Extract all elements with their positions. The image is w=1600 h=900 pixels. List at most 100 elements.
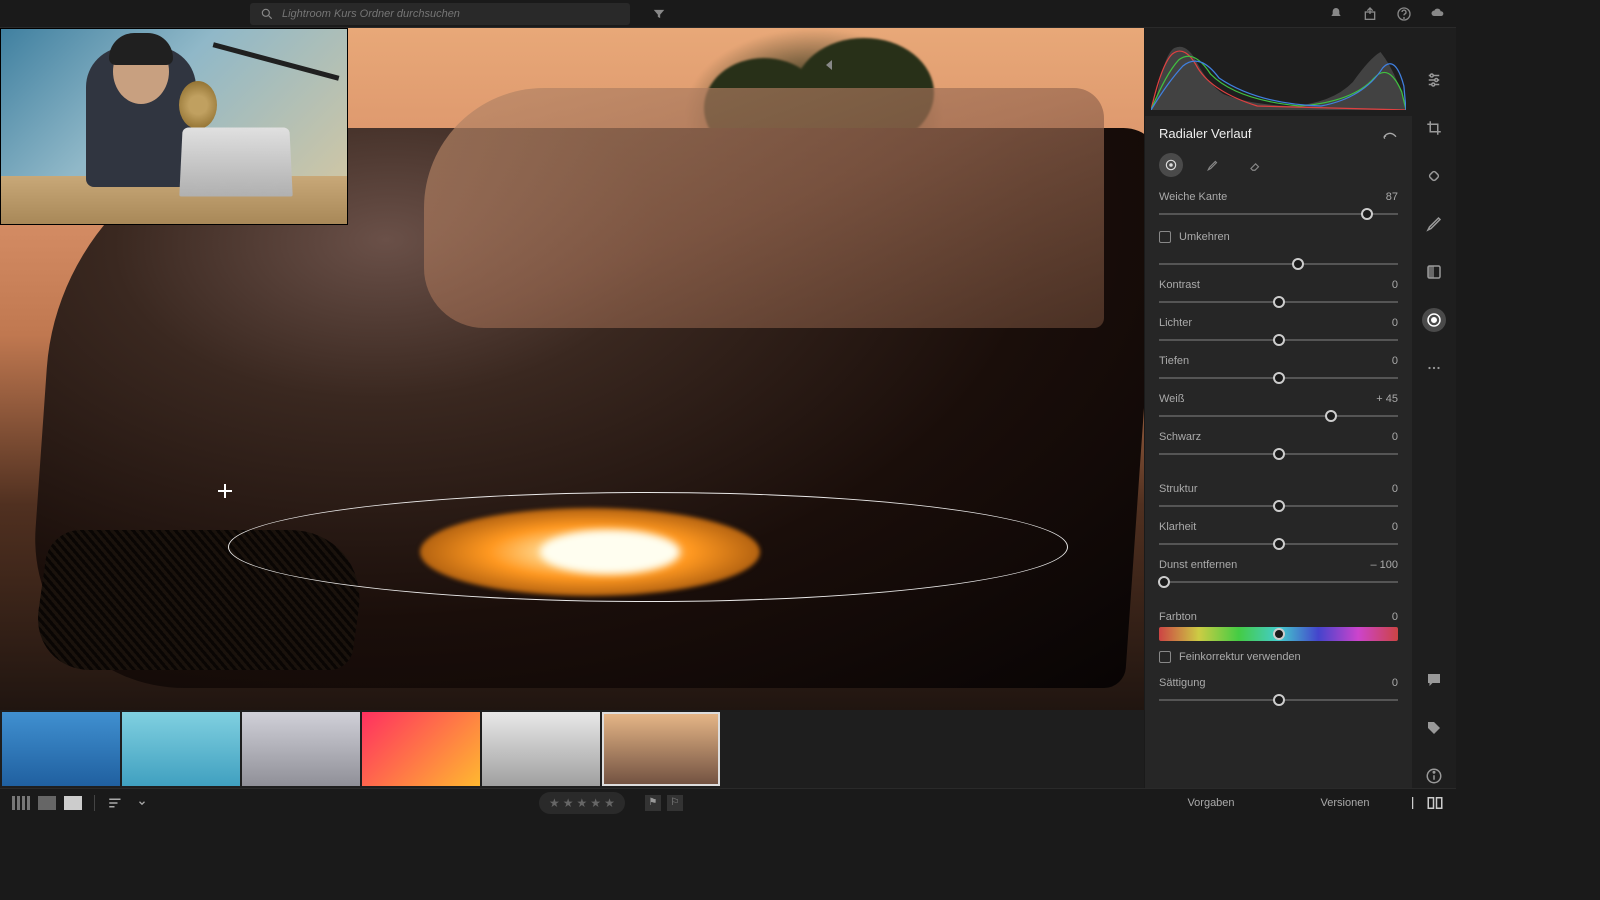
slider-value: 0 [1392, 355, 1398, 367]
eraser-tool-icon[interactable] [1243, 153, 1267, 177]
adjust-tool-icon[interactable] [1422, 68, 1446, 92]
photo-grille [30, 530, 370, 670]
grid-large-icon[interactable] [38, 796, 56, 810]
cursor-crosshair [218, 484, 232, 498]
slider-label: Schwarz [1159, 431, 1201, 443]
slider-value: 0 [1392, 611, 1398, 623]
slider-saettigung[interactable]: Sättigung 0 [1159, 677, 1398, 707]
right-toolstrip [1412, 28, 1456, 788]
flag-reject-icon[interactable]: ⚐ [667, 795, 683, 811]
slider-value: 0 [1392, 483, 1398, 495]
tab-versions[interactable]: Versionen [1278, 789, 1412, 816]
slider-label: Sättigung [1159, 677, 1205, 689]
top-bar [0, 0, 1456, 28]
thumbnail[interactable] [362, 712, 480, 786]
fine-correction-row[interactable]: Feinkorrektur verwenden [1159, 651, 1398, 663]
compare-icon[interactable] [1426, 796, 1444, 810]
brush-tool-icon[interactable] [1422, 212, 1446, 236]
star-icon[interactable]: ★ [563, 796, 574, 810]
grid-small-icon[interactable] [12, 796, 30, 810]
view-mode-buttons [12, 796, 82, 810]
slider-klarheit[interactable]: Klarheit 0 [1159, 521, 1398, 551]
slider-label: Tiefen [1159, 355, 1189, 367]
tab-presets[interactable]: Vorgaben [1144, 789, 1278, 816]
invert-checkbox-row[interactable]: Umkehren [1159, 231, 1398, 243]
checkbox-icon[interactable] [1159, 651, 1171, 663]
cloud-icon[interactable] [1430, 6, 1446, 22]
slider-value: 0 [1392, 317, 1398, 329]
filmstrip [0, 710, 1144, 788]
brush-tool-icon[interactable] [1201, 153, 1225, 177]
more-tool-icon[interactable] [1422, 356, 1446, 380]
tag-icon[interactable] [1422, 716, 1446, 740]
search-input[interactable] [282, 8, 620, 20]
slider-dunst[interactable]: Dunst entfernen – 100 [1159, 559, 1398, 589]
slider-label: Dunst entfernen [1159, 559, 1237, 571]
slider-label: Kontrast [1159, 279, 1200, 291]
single-view-icon[interactable] [64, 796, 82, 810]
slider-schwarz[interactable]: Schwarz 0 [1159, 431, 1398, 461]
star-icon[interactable]: ★ [577, 796, 588, 810]
slider-value: 0 [1392, 279, 1398, 291]
thumbnail[interactable] [482, 712, 600, 786]
slider-label: Struktur [1159, 483, 1198, 495]
photo-headlight-core [540, 530, 680, 574]
checkbox-label: Umkehren [1179, 231, 1230, 243]
mask-tool-row [1159, 153, 1398, 177]
slider-value: 0 [1392, 431, 1398, 443]
slider-weiss[interactable]: Weiß+ 45 [1159, 393, 1398, 423]
checkbox-label: Feinkorrektur verwenden [1179, 651, 1301, 663]
chevron-down-icon[interactable] [137, 798, 147, 808]
share-icon[interactable] [1362, 6, 1378, 22]
canvas-area [0, 28, 1144, 788]
help-icon[interactable] [1396, 6, 1412, 22]
slider-tiefen[interactable]: Tiefen 0 [1159, 355, 1398, 385]
slider-label: Lichter [1159, 317, 1192, 329]
checkbox-icon[interactable] [1159, 231, 1171, 243]
slider-value: – 100 [1370, 559, 1398, 571]
slider-value: 0 [1392, 521, 1398, 533]
search-icon [260, 7, 274, 21]
rating-stars[interactable]: ★★★★★ [539, 792, 625, 814]
slider-partial[interactable] [1159, 257, 1398, 271]
filter-icon[interactable] [652, 7, 666, 21]
edit-panel: Radialer Verlauf Weiche Kante 87 Umkehren… [1144, 28, 1412, 788]
slider-value: 0 [1392, 677, 1398, 689]
photo-viewport[interactable] [0, 28, 1144, 710]
panel-title: Radialer Verlauf [1159, 126, 1252, 141]
thumbnail[interactable] [2, 712, 120, 786]
star-icon[interactable]: ★ [549, 796, 560, 810]
bell-icon[interactable] [1328, 6, 1344, 22]
slider-kontrast[interactable]: Kontrast 0 [1159, 279, 1398, 309]
search-box[interactable] [250, 3, 630, 25]
slider-value: 87 [1386, 191, 1398, 203]
sort-icon[interactable] [107, 796, 125, 810]
slider-struktur[interactable]: Struktur 0 [1159, 483, 1398, 513]
star-icon[interactable]: ★ [590, 796, 601, 810]
thumbnail[interactable] [122, 712, 240, 786]
panel-bottom-tabs: Vorgaben Versionen [1144, 788, 1412, 816]
linear-grad-tool-icon[interactable] [1422, 260, 1446, 284]
radial-grad-tool-icon[interactable] [1422, 308, 1446, 332]
slider-label: Klarheit [1159, 521, 1196, 533]
slider-value: + 45 [1376, 393, 1398, 405]
panel-collapse-arrow-icon[interactable] [826, 60, 832, 70]
reset-icon[interactable] [1382, 128, 1398, 140]
histogram[interactable] [1145, 28, 1412, 116]
webcam-overlay [0, 28, 348, 225]
crop-tool-icon[interactable] [1422, 116, 1446, 140]
thumbnail[interactable] [242, 712, 360, 786]
flag-pick-icon[interactable]: ⚑ [645, 795, 661, 811]
thumbnail-selected[interactable] [602, 712, 720, 786]
slider-lichter[interactable]: Lichter 0 [1159, 317, 1398, 347]
slider-label: Weiche Kante [1159, 191, 1227, 203]
top-right-icons [1328, 6, 1446, 22]
heal-tool-icon[interactable] [1422, 164, 1446, 188]
slider-farbton[interactable]: Farbton0 [1159, 611, 1398, 641]
info-icon[interactable] [1422, 764, 1446, 788]
radial-tool-icon[interactable] [1159, 153, 1183, 177]
star-icon[interactable]: ★ [604, 796, 615, 810]
slider-feather[interactable]: Weiche Kante 87 [1159, 191, 1398, 221]
comment-icon[interactable] [1422, 668, 1446, 692]
photo-car-window [424, 88, 1104, 328]
